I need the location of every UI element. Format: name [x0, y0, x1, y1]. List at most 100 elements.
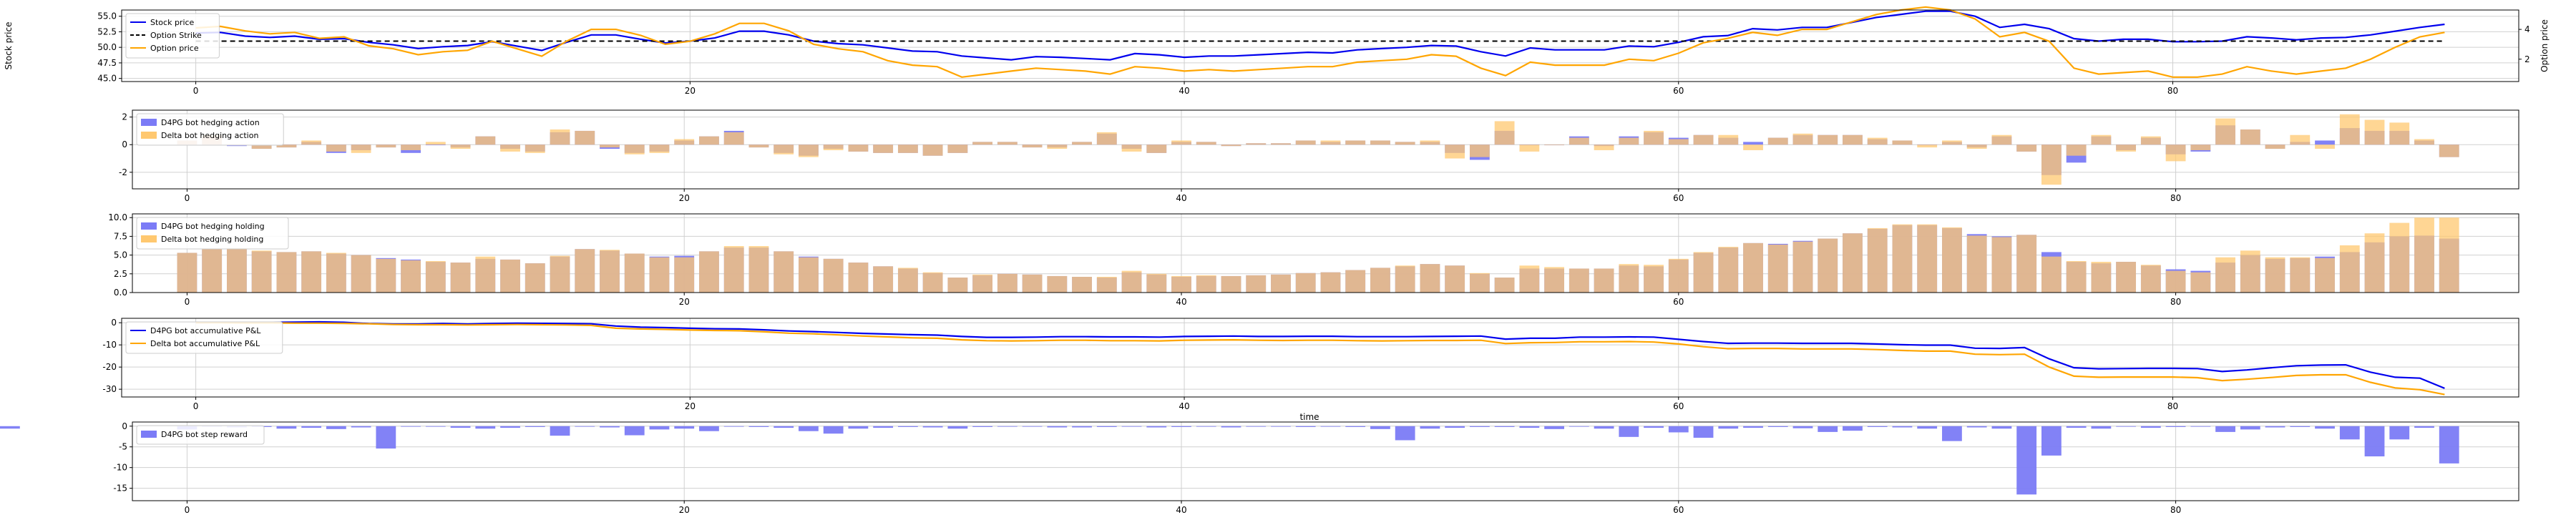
- panel-3-ytick-label: 0.0: [114, 288, 127, 298]
- panel-3-xtick-label: 80: [2170, 297, 2181, 307]
- panel-5-legend-swatch: [141, 431, 157, 438]
- panel-2-bar-s2-x50: [1420, 140, 1440, 145]
- panel-1-ytick-label: 52.5: [97, 26, 117, 36]
- panel-2-bar-s2-x5: [301, 140, 322, 145]
- panel-3-bar-s2-x30: [922, 272, 943, 293]
- panel-5-bar-s1-x33: [997, 426, 1018, 427]
- panel-2-xtick-label: 40: [1176, 193, 1186, 203]
- panel-3-bar-s2-x0: [177, 252, 197, 293]
- panel-4-ytick-label: 0: [111, 318, 117, 328]
- panel-3-bar-s2-x80: [2165, 270, 2186, 293]
- panel-1-ytick-label: 55.0: [97, 11, 117, 21]
- panel-2-bar-s2-x30: [922, 144, 943, 156]
- panel-4-ytick-label: -30: [102, 384, 117, 394]
- panel-5-bar-s1-x24: [774, 426, 794, 428]
- panel-3-bar-s2-x34: [1022, 274, 1043, 293]
- panel-5-bar-s1-x52: [1469, 426, 1490, 427]
- panel-2-bar-s2-x59: [1644, 130, 1664, 145]
- panel-3-bar-s2-x38: [1121, 270, 1142, 293]
- panel-3-bar-s2-x3: [251, 250, 272, 293]
- panel-3-bar-s2-x67: [1843, 233, 1863, 293]
- panel-3-bar-s2-x16: [575, 249, 595, 293]
- panel-2-bar-s2-x58: [1619, 137, 1639, 145]
- panel-5-bar-s1-x44: [1271, 426, 1291, 427]
- panel-5-bar-s1-x35: [1047, 426, 1068, 428]
- panel-2-bar-s2-x88: [2364, 119, 2385, 145]
- panel-2-bar-s2-x14: [525, 144, 545, 153]
- panel-2-bar-s2-x38: [1121, 144, 1142, 152]
- panel-3-ytick-label: 5.0: [114, 250, 127, 260]
- panel-3-bar-s2-x28: [873, 266, 894, 293]
- panel-3-bar-s2-x91: [2439, 217, 2459, 293]
- panel-1-xtick-label: 0: [193, 86, 199, 96]
- panel-5-bar-s1-x46: [1320, 426, 1341, 427]
- panel-2-bar-s2-x42: [1221, 144, 1241, 147]
- panel-3-bar-s2-x66: [1818, 238, 1838, 293]
- panel-5-bar-s1-x51: [1445, 426, 1465, 428]
- panel-5-bar-s1-x8: [376, 426, 396, 449]
- panel-3-bar-s2-x45: [1295, 273, 1316, 293]
- panel-3-bar-s2-x81: [2190, 272, 2211, 293]
- panel-5-bar-s1-x49: [1395, 426, 1415, 441]
- panel-3-bar-s2-x18: [624, 253, 645, 293]
- panel-2-bar-s2-x57: [1594, 144, 1614, 150]
- panel-2-bar-s2-x76: [2066, 144, 2087, 156]
- panel-5-bar-s1-x40: [1171, 426, 1191, 427]
- panel-2-bar-s2-x22: [723, 132, 744, 145]
- panel-3-bar-s2-x41: [1196, 275, 1216, 293]
- panel-5-bar-s1-x38: [1121, 426, 1142, 427]
- panel-5-bar-s1-x11: [450, 426, 471, 428]
- panel-3-bar-s2-x4: [276, 252, 297, 293]
- panel-3-xtick-label: 20: [679, 297, 690, 307]
- panel-1-xtick-label: 40: [1179, 86, 1189, 96]
- panel-5-bar-s1-x47: [1345, 426, 1366, 427]
- panel-3-bar-s2-x37: [1096, 277, 1117, 293]
- panel-3-bar-s2-x50: [1420, 264, 1440, 293]
- panel-3-bar-s2-x85: [2290, 257, 2311, 293]
- panel-5-bar-s1-x66: [1818, 426, 1838, 432]
- panel-1-xtick-label: 80: [2167, 86, 2178, 96]
- panel-5-bar-s1-x37: [1096, 426, 1117, 427]
- panel-3-bar-s2-x12: [475, 256, 496, 293]
- panel-3-bar-s2-x7: [351, 255, 371, 293]
- panel-5-bar-s1-x9: [401, 426, 421, 427]
- panel-5-ytick-label: -15: [113, 484, 127, 494]
- panel-5-bar-s1-x72: [1966, 426, 1987, 428]
- panel-3-bar-s2-x88: [2364, 233, 2385, 293]
- panel-2-bar-s2-x10: [425, 142, 446, 145]
- panel-3-bar-s2-x56: [1568, 268, 1589, 293]
- panel-5-bar-s1-x34: [1022, 426, 1043, 427]
- panel-3-legend-swatch: [141, 222, 157, 230]
- panel-2-bar-s2-x56: [1568, 137, 1589, 145]
- panel-4-xlabel: time: [1299, 412, 1319, 422]
- panel-2-legend-label: D4PG bot hedging action: [161, 118, 260, 127]
- panel-3-legend-swatch: [141, 235, 157, 242]
- panel-5-bar-s1-x57: [1594, 426, 1614, 429]
- panel-1-legend-label: Option price: [150, 44, 199, 53]
- panel-3-bar-s2-x48: [1370, 268, 1390, 293]
- panel-2-xtick-label: 80: [2170, 193, 2181, 203]
- panel-5-bar-s1-x74: [2016, 426, 2037, 495]
- panel-3-legend-label: D4PG bot hedging holding: [161, 222, 265, 231]
- panel-2-bar-s2-x9: [401, 144, 421, 150]
- panel-2-bar-s2-x77: [2091, 134, 2112, 145]
- panel-2-bar-s2-x40: [1171, 140, 1191, 145]
- panel-2-bar-s2-x66: [1818, 134, 1838, 145]
- panel-3-bar-s2-x49: [1395, 265, 1415, 293]
- panel-5-bar-s1-x88: [2364, 426, 2385, 457]
- panel-2-bar-s2-x63: [1743, 144, 1763, 150]
- panel-3-bar-s2-x15: [550, 255, 570, 293]
- panel-4-xtick-label: 20: [685, 401, 696, 411]
- panel-3-bar-s2-x77: [2091, 262, 2112, 293]
- panel-2-bar-s2-x33: [997, 142, 1018, 145]
- panel-5-ytick-label: -10: [113, 463, 127, 473]
- panel-3-bar-s2-x42: [1221, 275, 1241, 293]
- panel-3-bar-s2-x68: [1867, 227, 1888, 293]
- panel-1-xtick-label: 20: [685, 86, 696, 96]
- panel-3-bar-s2-x6: [326, 252, 346, 293]
- panel-5-bar-s1-x27: [848, 426, 869, 429]
- panel-2-xtick-label: 0: [185, 193, 190, 203]
- panel-3-bar-s2-x10: [425, 261, 446, 293]
- panel-3-ytick-label: 7.5: [114, 231, 127, 241]
- panel-1-line-stock-price: [195, 10, 2445, 61]
